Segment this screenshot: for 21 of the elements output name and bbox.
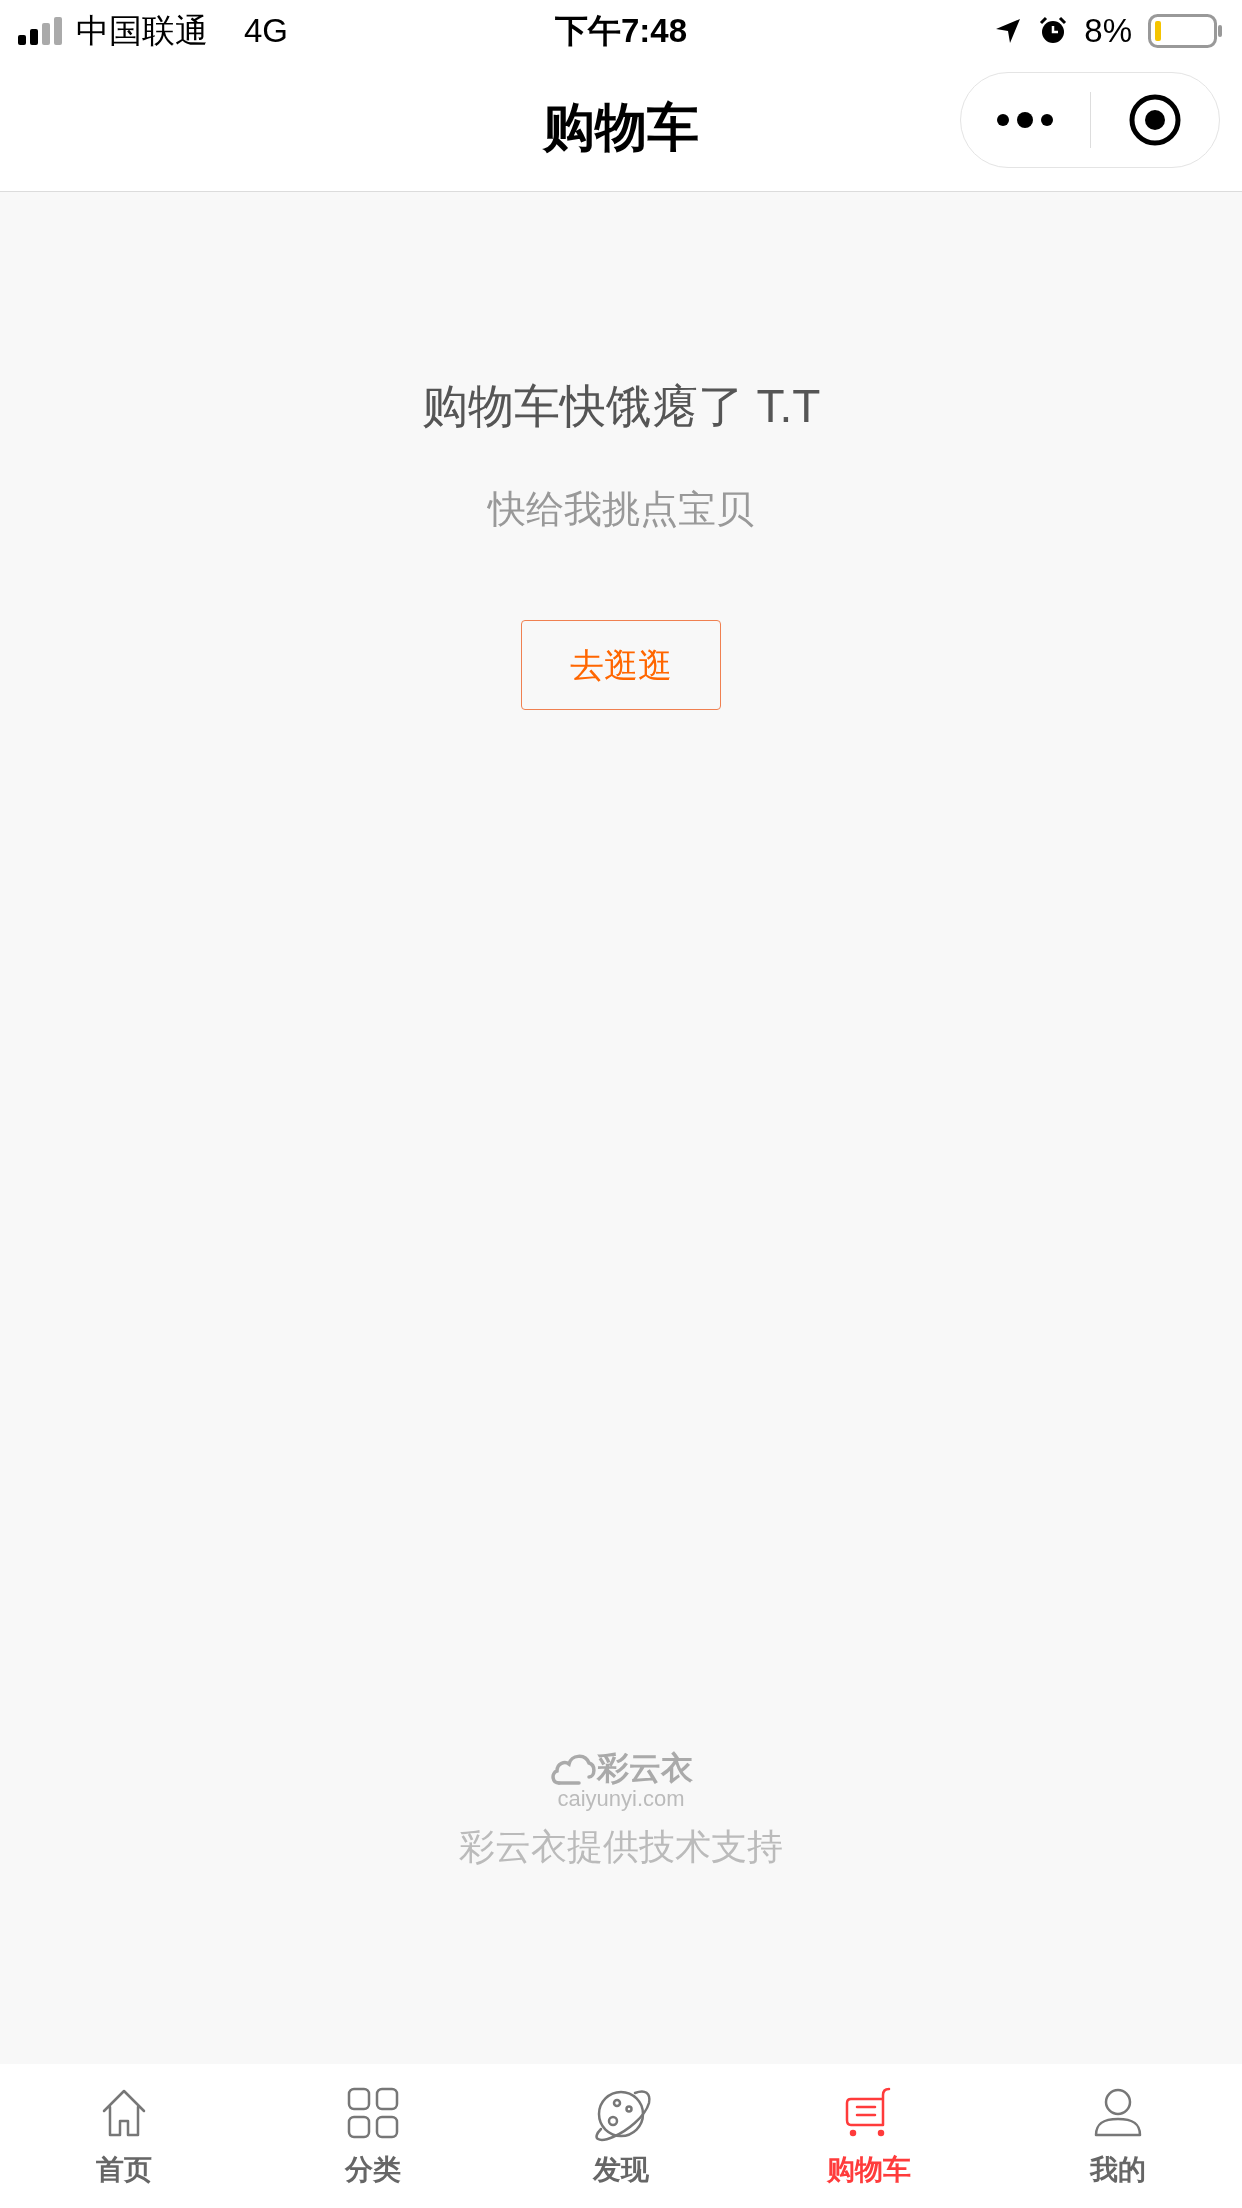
empty-cart-title: 购物车快饿瘪了 T.T <box>421 379 821 434</box>
alarm-icon <box>1038 16 1069 46</box>
tab-bar-item[interactable]: 首页 <box>0 2064 249 2208</box>
carrier-name: 中国联通 <box>76 11 208 52</box>
credit-text: 彩云衣提供技术支持 <box>459 1825 783 1869</box>
tab-bar-item[interactable]: 购物车 <box>745 2064 994 2208</box>
tab-bar-item[interactable]: 分类 <box>248 2064 497 2208</box>
network-type: 4G <box>244 11 289 52</box>
logo-name: 彩云衣 <box>597 1751 693 1784</box>
tab-bar-item[interactable]: 发现 <box>496 2064 746 2208</box>
signal-icon <box>18 17 64 45</box>
location-arrow-icon <box>994 17 1023 45</box>
page-title: 购物车 <box>543 96 699 158</box>
target-icon <box>1127 93 1182 147</box>
more-icon <box>996 111 1055 129</box>
status-time: 下午7:48 <box>554 11 688 52</box>
empty-cart-subtitle: 快给我挑点宝贝 <box>488 487 754 532</box>
logo-domain: caiyunyi.com <box>557 1785 685 1812</box>
tab-bar-item[interactable]: 我的 <box>993 2064 1242 2208</box>
battery-percent: 8% <box>1084 11 1132 52</box>
battery-icon <box>1148 14 1224 48</box>
